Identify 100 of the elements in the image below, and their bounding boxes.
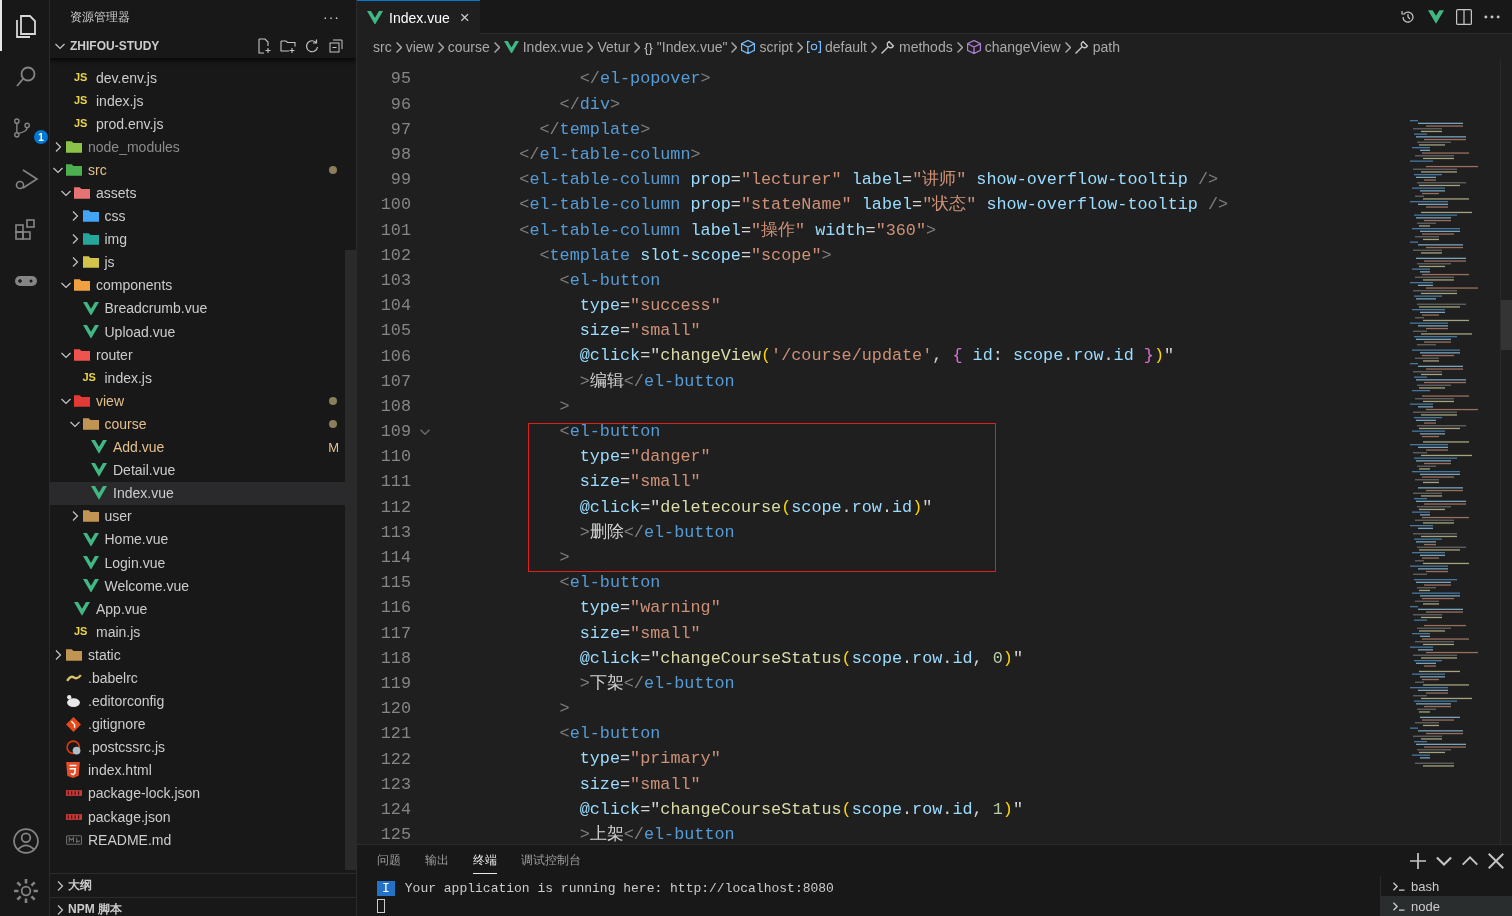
- close-icon[interactable]: [1488, 852, 1504, 869]
- file-item[interactable]: JS main.js: [50, 620, 345, 644]
- js-icon: JS: [74, 72, 88, 84]
- folder-item[interactable]: course: [50, 412, 345, 436]
- html-icon: [66, 762, 80, 779]
- chevron-icon: [796, 41, 803, 53]
- folder-item[interactable]: router: [50, 343, 345, 367]
- history-icon[interactable]: [1400, 8, 1416, 25]
- file-item[interactable]: Breadcrumb.vue: [50, 296, 345, 321]
- folder-item[interactable]: components: [50, 273, 345, 297]
- file-item[interactable]: App.vue: [50, 597, 345, 621]
- section-title[interactable]: NPM 脚本: [68, 901, 122, 916]
- code-line: <el-button: [558, 269, 661, 292]
- code-line: </div>: [558, 93, 621, 116]
- collapse-icon[interactable]: [328, 38, 344, 54]
- file-item[interactable]: JS dev.env.js: [50, 66, 345, 90]
- code-line: >: [558, 546, 570, 569]
- breadcrumb-item[interactable]: src: [373, 39, 392, 55]
- code-line: @click="changeCourseStatus(scope.row.id, 1)": [578, 798, 1023, 821]
- file-item[interactable]: Index.vue: [50, 481, 345, 505]
- file-item[interactable]: .babelrc: [50, 666, 345, 690]
- code-line: <el-button: [558, 723, 661, 746]
- npm-icon: [66, 790, 82, 797]
- file-item[interactable]: .gitignore: [50, 712, 345, 736]
- vue-icon: [367, 10, 383, 25]
- line-number: 106: [379, 346, 411, 366]
- folder-item[interactable]: user: [50, 504, 345, 528]
- file-item[interactable]: package.json: [50, 805, 345, 829]
- cube-icon: [966, 40, 981, 54]
- terminal-output: Your application is running here: http://localhost:8080: [404, 880, 834, 896]
- code-line: type="warning": [578, 597, 721, 620]
- breadcrumb-item[interactable]: default: [824, 39, 867, 55]
- chevron-icon: [1064, 41, 1071, 53]
- file-item[interactable]: .postcssrc.js: [50, 735, 345, 759]
- code-line: >下架</el-button: [578, 672, 735, 695]
- breadcrumb-item[interactable]: Index.vue: [522, 39, 584, 55]
- folder-item[interactable]: assets: [50, 181, 345, 205]
- file-item[interactable]: Add.vue M: [50, 435, 345, 459]
- close-icon[interactable]: ×: [459, 7, 470, 28]
- chevron-icon: [395, 41, 402, 53]
- panel-tab[interactable]: 调试控制台: [521, 848, 581, 874]
- split-editor-icon[interactable]: [1456, 8, 1472, 25]
- line-number: 97: [389, 119, 411, 139]
- code-line: <el-table-column prop="stateName" label="状态" show-overflow-tooltip />: [518, 194, 1229, 217]
- folder-item[interactable]: js: [50, 250, 345, 274]
- line-number: 110: [379, 447, 411, 467]
- panel-tab[interactable]: 输出: [425, 848, 449, 874]
- terminal-item[interactable]: bash: [1381, 876, 1512, 896]
- refresh-icon[interactable]: [304, 38, 320, 54]
- fold-chevron-icon[interactable]: [420, 428, 430, 435]
- line-number: 118: [379, 648, 411, 668]
- breadcrumb-item[interactable]: script: [759, 39, 793, 55]
- file-item[interactable]: JS index.js: [50, 89, 345, 113]
- file-item[interactable]: Detail.vue: [50, 458, 345, 482]
- braces-icon: {}: [644, 39, 653, 55]
- new-file-icon[interactable]: [256, 38, 272, 54]
- panel-tab[interactable]: 问题: [377, 848, 401, 874]
- line-number: 122: [379, 749, 411, 769]
- breadcrumb-item[interactable]: Vetur: [597, 39, 631, 55]
- file-item[interactable]: Home.vue: [50, 527, 345, 551]
- line-number: 119: [379, 674, 411, 693]
- more-button[interactable]: ···: [323, 9, 340, 25]
- folder-item[interactable]: src: [50, 158, 345, 182]
- line-number: 120: [379, 699, 411, 719]
- file-item[interactable]: README.md: [50, 828, 345, 852]
- file-item[interactable]: JS prod.env.js: [50, 112, 345, 136]
- vue-icon: [503, 40, 519, 54]
- line-number: 113: [379, 522, 411, 542]
- file-item[interactable]: .editorconfig: [50, 689, 345, 713]
- code-line: @click="changeCourseStatus(scope.row.id, 0)": [578, 647, 1023, 670]
- file-item[interactable]: package-lock.json: [50, 781, 345, 805]
- folder-item[interactable]: node_modules: [50, 135, 345, 159]
- breadcrumb-item[interactable]: methods: [899, 39, 953, 55]
- folder-item[interactable]: css: [50, 204, 345, 228]
- settings-icon[interactable]: [12, 878, 39, 904]
- account-icon[interactable]: [12, 828, 39, 854]
- file-item[interactable]: Welcome.vue: [50, 574, 345, 598]
- section-title[interactable]: 大纲: [68, 877, 92, 894]
- vue-icon: [82, 301, 99, 316]
- folder-item[interactable]: view: [50, 389, 345, 413]
- breadcrumb-item[interactable]: changeView: [984, 39, 1061, 55]
- panel-tab[interactable]: 终端: [473, 848, 497, 874]
- terminal-item[interactable]: node: [1381, 896, 1512, 916]
- file-item[interactable]: Login.vue: [50, 550, 345, 575]
- code-line: size="small": [578, 471, 701, 494]
- new-folder-icon[interactable]: [280, 38, 296, 54]
- section-title[interactable]: ZHIFOU-STUDY: [70, 39, 256, 53]
- breadcrumb-item[interactable]: course: [447, 39, 490, 55]
- file-item[interactable]: Upload.vue: [50, 320, 345, 344]
- file-item[interactable]: index.html: [50, 758, 345, 782]
- vue-icon[interactable]: [1428, 8, 1444, 25]
- folder-item[interactable]: static: [50, 643, 345, 667]
- folder-item[interactable]: img: [50, 227, 345, 251]
- breadcrumb-item[interactable]: path: [1092, 39, 1120, 55]
- file-item[interactable]: JS index.js: [50, 366, 345, 390]
- breadcrumb-item[interactable]: view: [405, 39, 434, 55]
- plus-icon[interactable]: [1410, 852, 1426, 869]
- breadcrumb-item[interactable]: "Index.vue": [656, 39, 728, 55]
- editor-tab[interactable]: Index.vue ×: [357, 0, 480, 34]
- js-icon: JS: [74, 95, 88, 107]
